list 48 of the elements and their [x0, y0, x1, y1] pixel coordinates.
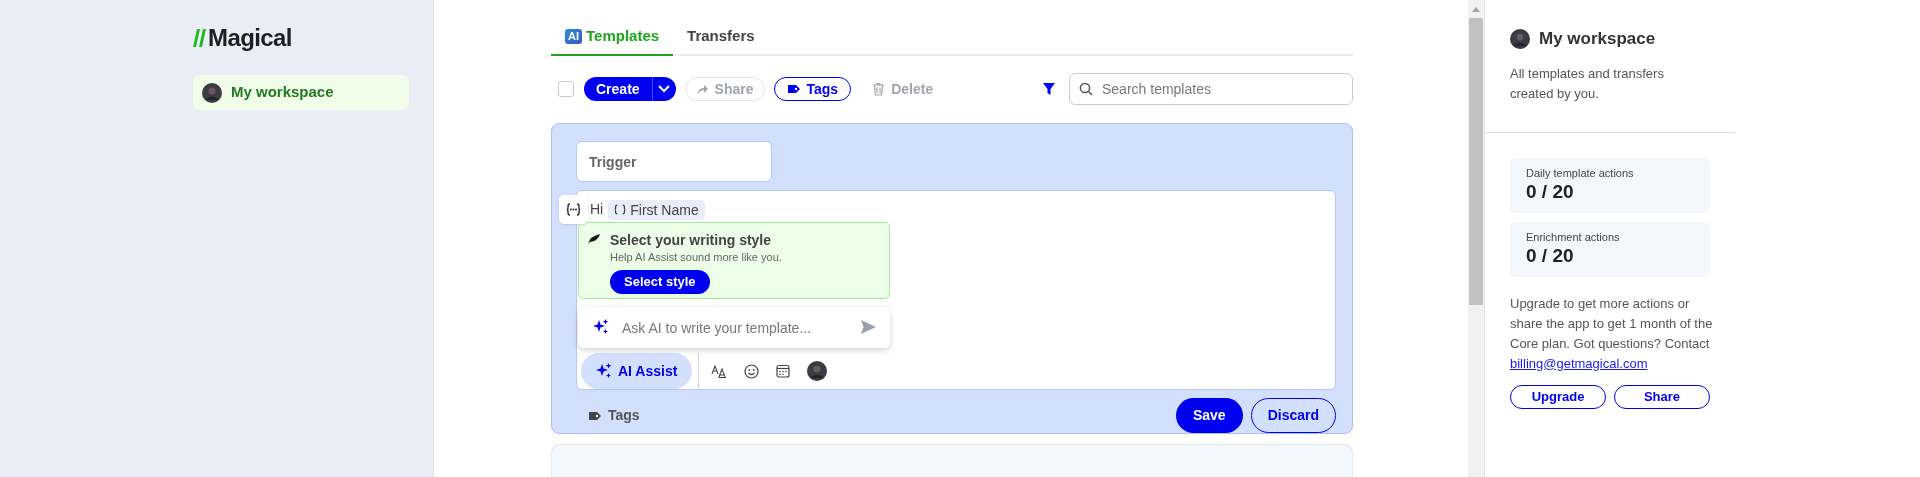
- stat-label: Enrichment actions: [1526, 229, 1621, 244]
- sidebar-item[interactable]: My workspace: [193, 75, 409, 110]
- email-link[interactable]: billing@getmagical.com: [1510, 355, 1648, 371]
- share-arrow-icon: [695, 82, 709, 96]
- ask-ai-field[interactable]: Ask AI to write your template...: [578, 307, 890, 348]
- avatar-icon: [1510, 28, 1530, 49]
- braces-icon: [566, 203, 581, 216]
- select-style-button[interactable]: Select style: [610, 270, 710, 294]
- panel-description: All templates and transfers created by you.: [1510, 64, 1665, 103]
- logo-slashes-icon: [193, 28, 207, 48]
- logo-text: Magical: [208, 26, 292, 50]
- stat-label: Daily template actions: [1526, 165, 1635, 180]
- upgrade-text: Upgrade to get more actions or share the app to get 1 month of the Core plan. Got questions? Contact billing@getmagical.com: [1510, 294, 1714, 373]
- emoji-icon[interactable]: [744, 363, 760, 379]
- trash-icon: [873, 82, 885, 96]
- scrollbar[interactable]: [1468, 0, 1484, 477]
- text-format-icon[interactable]: [711, 364, 728, 378]
- avatar-icon: [807, 361, 828, 381]
- first-name-variable[interactable]: First Name: [608, 199, 705, 220]
- writing-style-subtitle: Help AI Assist sound more like you.: [610, 250, 782, 265]
- save-button[interactable]: Save: [1175, 398, 1243, 433]
- tab[interactable]: AI Templates: [551, 18, 674, 56]
- feather-icon: [587, 233, 601, 245]
- search-icon: [1079, 82, 1093, 96]
- tag-icon: [588, 410, 602, 421]
- select-all-checkbox[interactable]: [558, 81, 574, 97]
- trigger-field[interactable]: Trigger: [576, 141, 772, 182]
- avatar-icon: [202, 82, 222, 103]
- filter-icon[interactable]: [1043, 82, 1055, 96]
- insert-variable-button[interactable]: [559, 195, 588, 224]
- send-icon[interactable]: [861, 320, 876, 334]
- chevron-down-icon: [658, 85, 671, 93]
- stat-value: 0 / 20: [1526, 179, 1575, 204]
- stat-value: 0 / 20: [1526, 243, 1575, 268]
- writing-style-title: Select your writing style: [610, 231, 772, 249]
- tag-icon: [786, 84, 801, 94]
- braces-icon: [614, 204, 627, 215]
- ai-assist-button[interactable]: AI Assist: [581, 353, 693, 389]
- panel-title: My workspace: [1539, 28, 1656, 50]
- sparkle-icon: [593, 319, 609, 335]
- ai-badge: AI: [565, 28, 582, 44]
- template-body-field[interactable]: Hi First Name Select your writing style Help AI Assist sound more like you. Select style Ask AI to write your template... AI Assist: [576, 190, 1336, 390]
- search-field[interactable]: Search templates: [1069, 73, 1353, 105]
- calendar-icon[interactable]: [776, 364, 791, 378]
- greeting-text: Hi: [590, 200, 604, 219]
- tags-button[interactable]: Tags: [588, 405, 640, 426]
- sparkle-icon: [596, 363, 612, 379]
- tab[interactable]: Transfers: [673, 18, 769, 56]
